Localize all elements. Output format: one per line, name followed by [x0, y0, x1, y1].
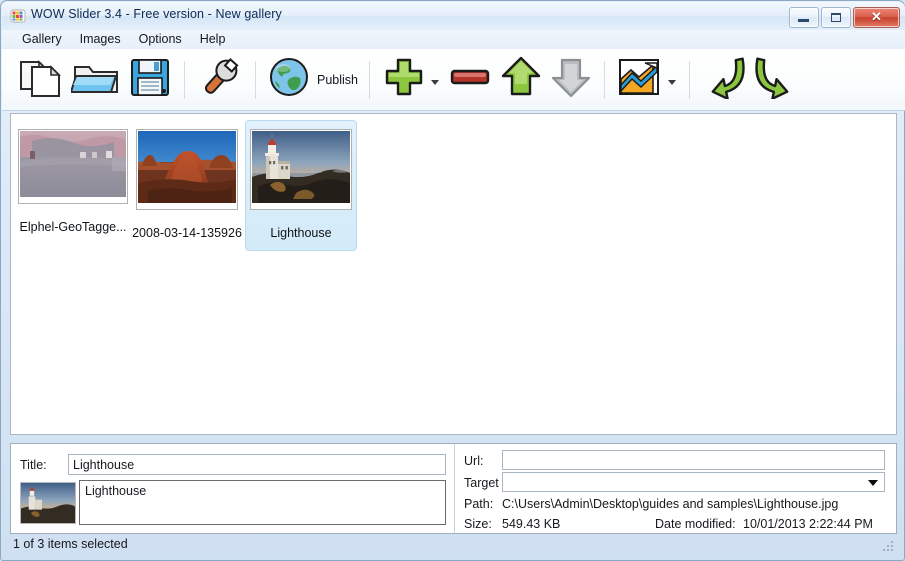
title-input[interactable] [68, 454, 446, 475]
target-label: Target [464, 476, 499, 490]
details-left-pane: Title: [11, 444, 454, 533]
details-panel: Title: Lighthouse Lighthouse Url: Target… [10, 443, 897, 534]
minimize-button[interactable] [789, 7, 819, 28]
toolbar-separator [184, 60, 185, 99]
publish-button[interactable]: Publish [264, 55, 361, 105]
title-label: Title: [20, 458, 47, 472]
thumbnail-image-1 [136, 129, 238, 210]
preview-thumbnail [20, 482, 76, 524]
open-folder-icon [69, 54, 121, 105]
size-label: Size: [464, 517, 492, 531]
red-minus-icon [447, 54, 493, 105]
toolbar-separator [689, 60, 690, 99]
window-controls: ✕ [789, 7, 900, 28]
image-gallery-list[interactable]: Elphel-GeoTagge... 2008-03-14-135926 Lig… [10, 113, 897, 435]
menu-help[interactable]: Help [191, 31, 235, 48]
size-value: 549.43 KB [502, 517, 561, 531]
new-gallery-button[interactable] [14, 55, 68, 105]
add-images-dropdown-caret[interactable] [431, 80, 439, 85]
menu-bar: Gallery Images Options Help [2, 30, 905, 49]
url-input[interactable] [502, 450, 885, 470]
chart-image-icon [616, 55, 664, 104]
effects-dropdown-caret[interactable] [668, 80, 676, 85]
resize-grip[interactable] [883, 541, 895, 553]
status-text: 1 of 3 items selected [13, 537, 128, 551]
target-combobox[interactable] [502, 472, 885, 492]
window-title: WOW Slider 3.4 - Free version - New gall… [31, 7, 282, 21]
move-down-button[interactable] [546, 55, 596, 105]
remove-image-button[interactable] [444, 55, 496, 105]
close-button[interactable]: ✕ [853, 7, 900, 28]
gray-down-arrow-icon [549, 54, 593, 105]
green-redo-arrow-icon [753, 55, 799, 104]
thumbnail-image-2 [250, 129, 352, 210]
status-bar: 1 of 3 items selected [10, 535, 897, 554]
chevron-down-icon [868, 480, 878, 486]
title-bar: WOW Slider 3.4 - Free version - New gall… [2, 2, 905, 31]
thumbnail-image-0 [18, 129, 128, 204]
wow-slider-icon [10, 8, 26, 24]
undo-button[interactable] [698, 55, 750, 105]
maximize-icon [831, 13, 841, 22]
menu-gallery[interactable]: Gallery [13, 31, 71, 48]
add-images-button[interactable] [378, 55, 444, 105]
date-modified-label: Date modified: [655, 517, 736, 531]
minimize-icon [798, 19, 809, 22]
close-icon: ✕ [871, 9, 882, 24]
thumbnail-label-1: 2008-03-14-135926 [132, 226, 242, 240]
effects-button[interactable] [613, 55, 681, 105]
menu-options[interactable]: Options [130, 31, 191, 48]
globe-icon [267, 55, 311, 104]
wrench-icon [196, 54, 244, 105]
application-window: WOW Slider 3.4 - Free version - New gall… [0, 0, 905, 561]
path-label: Path: [464, 497, 494, 511]
redo-button[interactable] [750, 55, 802, 105]
publish-label: Publish [317, 72, 358, 87]
open-gallery-button[interactable] [68, 55, 124, 105]
thumbnail-label-0: Elphel-GeoTagge... [19, 220, 127, 234]
menu-images[interactable]: Images [71, 31, 130, 48]
floppy-disk-save-icon [127, 54, 173, 105]
toolbar-separator [604, 60, 605, 99]
thumbnail-item-1[interactable]: 2008-03-14-135926 [131, 120, 243, 251]
toolbar-separator [255, 60, 256, 99]
thumbnail-label-2: Lighthouse [270, 226, 332, 240]
move-up-button[interactable] [496, 55, 546, 105]
maximize-button[interactable] [821, 7, 851, 28]
toolbar: Publish [2, 49, 905, 111]
save-gallery-button[interactable] [124, 55, 176, 105]
tools-button[interactable] [193, 55, 247, 105]
thumbnail-container: Elphel-GeoTagge... 2008-03-14-135926 Lig… [11, 114, 359, 251]
description-textarea[interactable] [79, 480, 446, 525]
thumbnail-item-2[interactable]: Lighthouse [245, 120, 357, 251]
new-document-icon [17, 54, 65, 105]
path-value: C:\Users\Admin\Desktop\guides and sample… [502, 497, 839, 511]
url-label: Url: [464, 454, 484, 468]
thumbnail-item-0[interactable]: Elphel-GeoTagge... [17, 120, 129, 245]
green-undo-arrow-icon [701, 55, 747, 104]
green-up-arrow-icon [499, 54, 543, 105]
toolbar-separator [369, 60, 370, 99]
green-plus-icon [381, 54, 427, 105]
details-right-pane: Url: Target Path: C:\Users\Admin\Desktop… [454, 444, 896, 533]
date-modified-value: 10/01/2013 2:22:44 PM [743, 517, 873, 531]
